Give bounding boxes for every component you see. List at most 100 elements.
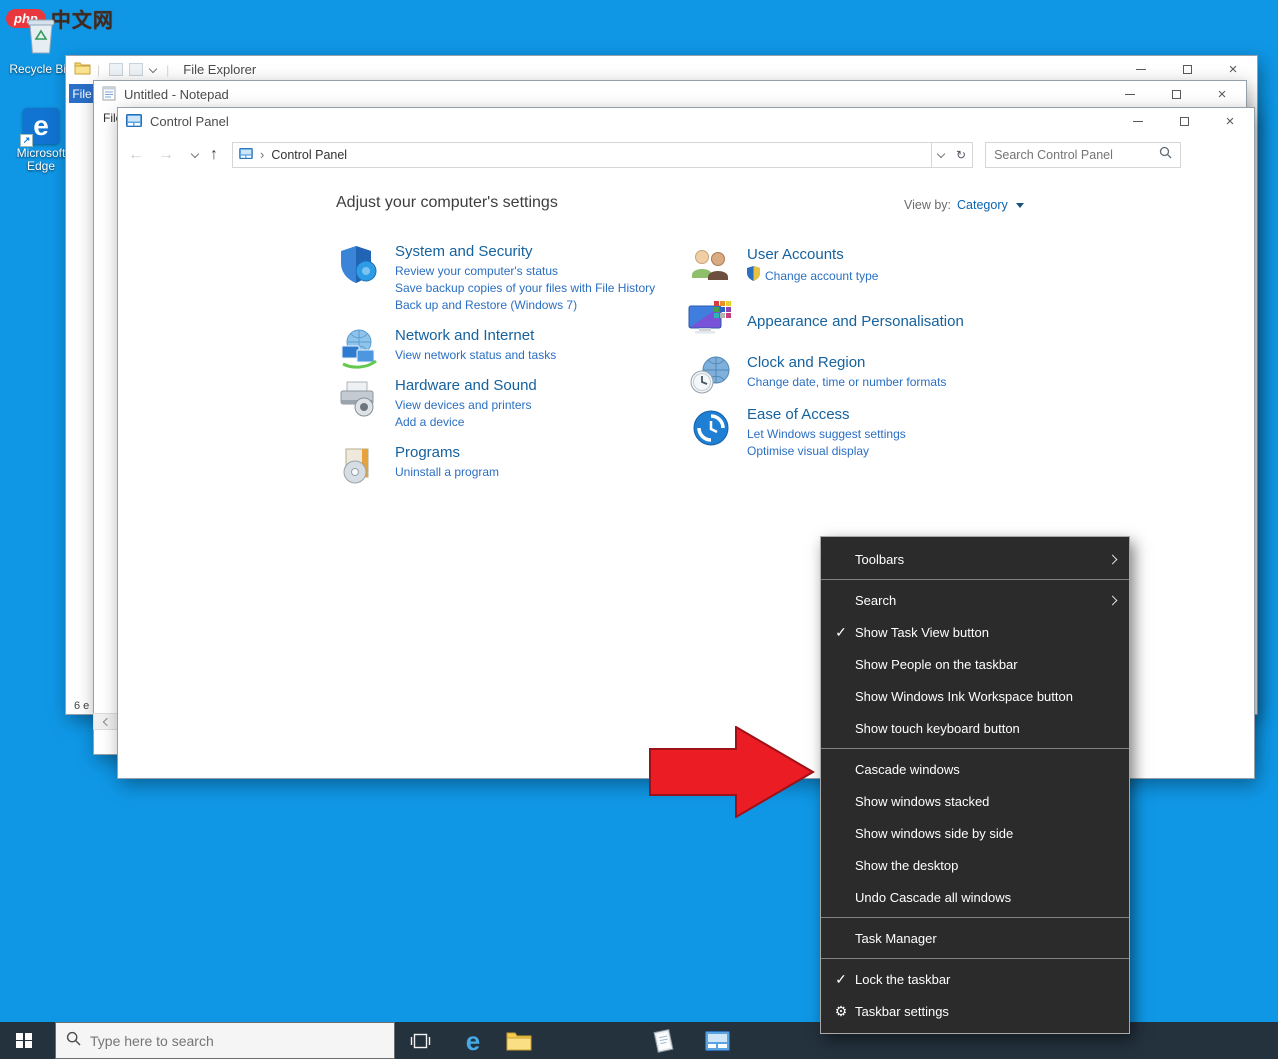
menu-item-show-people[interactable]: Show People on the taskbar: [821, 648, 1129, 680]
menu-item-show-task-view[interactable]: ✓ Show Task View button: [821, 616, 1129, 648]
fe-status-text: 6 e: [74, 700, 89, 712]
file-explorer-title: File Explorer: [183, 62, 256, 77]
address-bar[interactable]: › Control Panel: [232, 142, 932, 168]
link-view-devices-printers[interactable]: View devices and printers: [395, 397, 537, 414]
title-programs[interactable]: Programs: [395, 444, 499, 461]
task-view-button[interactable]: [403, 1022, 437, 1059]
menu-item-show-windows-side-by-side[interactable]: Show windows side by side: [821, 817, 1129, 849]
view-by-control: View by: Category: [904, 198, 1024, 212]
cp-minimize-button[interactable]: [1115, 108, 1161, 135]
desktop: php 中文网 Recycle Bin e ↗ Microsoft Edge: [0, 0, 1278, 1059]
system-security-icon[interactable]: [337, 243, 381, 314]
appearance-personalisation-icon[interactable]: [687, 298, 733, 345]
category-programs: Programs Uninstall a program: [337, 444, 499, 493]
menu-item-lock-the-taskbar[interactable]: ✓ Lock the taskbar: [821, 963, 1129, 995]
clock-region-icon[interactable]: [689, 354, 733, 401]
menu-item-show-touch-keyboard[interactable]: Show touch keyboard button: [821, 712, 1129, 744]
title-network-and-internet[interactable]: Network and Internet: [395, 327, 556, 344]
cp-navigation-bar: ← → ↑ › Control Panel ↻: [118, 135, 1254, 174]
np-close-button[interactable]: ×: [1199, 81, 1245, 108]
link-add-a-device[interactable]: Add a device: [395, 414, 537, 431]
title-appearance-personalisation[interactable]: Appearance and Personalisation: [747, 313, 964, 330]
link-backup-restore[interactable]: Back up and Restore (Windows 7): [395, 297, 655, 314]
link-optimise-visual-display[interactable]: Optimise visual display: [747, 443, 906, 460]
title-user-accounts[interactable]: User Accounts: [747, 246, 878, 263]
link-uninstall-a-program[interactable]: Uninstall a program: [395, 464, 499, 481]
programs-icon[interactable]: [337, 444, 381, 493]
menu-item-search[interactable]: Search: [821, 584, 1129, 616]
title-hardware-and-sound[interactable]: Hardware and Sound: [395, 377, 537, 394]
edge-letter: e: [33, 110, 49, 142]
taskbar-notepad-icon[interactable]: [646, 1022, 680, 1059]
menu-item-show-ink-workspace[interactable]: Show Windows Ink Workspace button: [821, 680, 1129, 712]
shortcut-arrow-icon: ↗: [20, 134, 33, 147]
notepad-icon: [102, 85, 116, 104]
cp-search-input[interactable]: [994, 148, 1159, 162]
menu-separator: [821, 917, 1129, 918]
category-ease-of-access: Ease of Access Let Windows suggest setti…: [689, 406, 906, 460]
link-windows-suggest-settings[interactable]: Let Windows suggest settings: [747, 426, 906, 443]
notepad-titlebar[interactable]: Untitled - Notepad ×: [94, 81, 1246, 108]
menu-item-toolbars[interactable]: Toolbars: [821, 543, 1129, 575]
view-by-dropdown-icon[interactable]: [1016, 203, 1024, 208]
taskbar-search-input[interactable]: [90, 1033, 384, 1049]
cp-close-button[interactable]: ×: [1207, 108, 1253, 135]
taskbar-search-box[interactable]: [55, 1022, 395, 1059]
taskbar-file-explorer-icon[interactable]: [502, 1022, 536, 1059]
fe-close-button[interactable]: ×: [1210, 56, 1256, 83]
fe-maximize-button[interactable]: [1164, 56, 1210, 83]
title-system-and-security[interactable]: System and Security: [395, 243, 655, 260]
qat-properties-icon[interactable]: [109, 63, 123, 76]
link-file-history[interactable]: Save backup copies of your files with Fi…: [395, 280, 655, 297]
taskbar-control-panel-icon[interactable]: [700, 1022, 734, 1059]
search-icon: [1159, 146, 1172, 164]
refresh-button[interactable]: ↻: [950, 143, 972, 167]
forward-arrow-icon[interactable]: →: [158, 146, 174, 164]
menu-item-cascade-windows[interactable]: Cascade windows: [821, 753, 1129, 785]
back-arrow-icon[interactable]: ←: [128, 146, 144, 164]
np-minimize-button[interactable]: [1107, 81, 1153, 108]
link-change-date-time[interactable]: Change date, time or number formats: [747, 374, 946, 391]
category-system-and-security: System and Security Review your computer…: [337, 243, 655, 314]
edge-icon: e ↗: [23, 108, 59, 144]
uac-shield-icon: [747, 266, 760, 286]
ease-of-access-icon[interactable]: [689, 406, 733, 460]
title-ease-of-access[interactable]: Ease of Access: [747, 406, 906, 423]
link-view-network-status[interactable]: View network status and tasks: [395, 347, 556, 364]
submenu-arrow-icon: [1108, 595, 1118, 605]
hardware-sound-icon[interactable]: [337, 377, 381, 431]
link-review-computer-status[interactable]: Review your computer's status: [395, 263, 655, 280]
notepad-title: Untitled - Notepad: [124, 87, 229, 102]
cp-search-box[interactable]: [985, 142, 1181, 168]
np-hscroll-left-button[interactable]: [93, 713, 118, 730]
taskbar-context-menu: Toolbars Search ✓ Show Task View button …: [820, 536, 1130, 1034]
fe-minimize-button[interactable]: [1118, 56, 1164, 83]
file-explorer-icon: [74, 61, 91, 78]
cp-titlebar[interactable]: Control Panel ×: [118, 108, 1254, 135]
np-maximize-button[interactable]: [1153, 81, 1199, 108]
breadcrumb-control-panel[interactable]: Control Panel: [271, 148, 347, 162]
recent-pages-chevron-icon[interactable]: [191, 149, 199, 157]
menu-item-show-windows-stacked[interactable]: Show windows stacked: [821, 785, 1129, 817]
fe-ribbon-file-tab[interactable]: File: [69, 84, 95, 103]
up-arrow-icon[interactable]: ↑: [210, 146, 218, 164]
file-explorer-titlebar[interactable]: | | File Explorer ×: [66, 56, 1257, 83]
recycle-bin-icon: [23, 42, 59, 59]
title-clock-and-region[interactable]: Clock and Region: [747, 354, 946, 371]
view-by-value[interactable]: Category: [957, 198, 1008, 212]
menu-item-undo-cascade[interactable]: Undo Cascade all windows: [821, 881, 1129, 913]
qat-new-folder-icon[interactable]: [129, 63, 143, 76]
menu-item-task-manager[interactable]: Task Manager: [821, 922, 1129, 954]
taskbar-edge-icon[interactable]: e: [456, 1022, 490, 1059]
link-change-account-type[interactable]: Change account type: [747, 266, 878, 286]
address-dropdown-button[interactable]: [932, 143, 950, 167]
qat-customize-chevron-icon[interactable]: [149, 64, 157, 72]
network-internet-icon[interactable]: [337, 327, 381, 376]
start-button[interactable]: [0, 1022, 48, 1059]
menu-item-show-the-desktop[interactable]: Show the desktop: [821, 849, 1129, 881]
user-accounts-icon[interactable]: [689, 246, 733, 291]
breadcrumb-chevron: ›: [260, 147, 264, 162]
category-hardware-and-sound: Hardware and Sound View devices and prin…: [337, 377, 537, 431]
cp-maximize-button[interactable]: [1161, 108, 1207, 135]
menu-item-taskbar-settings[interactable]: ⚙ Taskbar settings: [821, 995, 1129, 1027]
